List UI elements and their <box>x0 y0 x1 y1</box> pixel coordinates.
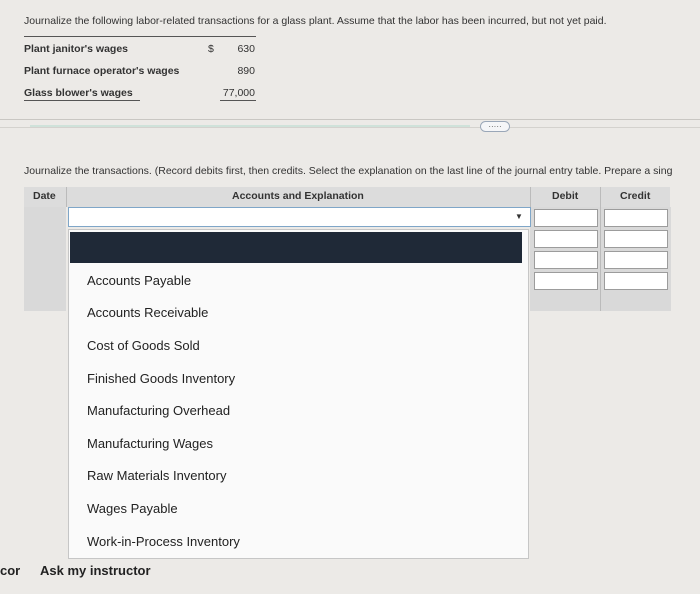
debit-input[interactable] <box>534 251 598 269</box>
date-header: Date <box>33 190 56 202</box>
dropdown-option[interactable]: Manufacturing Overhead <box>87 403 230 418</box>
credit-input[interactable] <box>604 209 668 227</box>
labor-item-amount: 630 <box>237 43 255 55</box>
instructions: Journalize the transactions. (Record deb… <box>24 165 673 177</box>
question-prompt: Journalize the following labor-related t… <box>24 15 607 27</box>
header-divider <box>530 187 531 207</box>
credit-input[interactable] <box>604 230 668 248</box>
labor-item-amount: 77,000 <box>222 87 255 99</box>
dropdown-option[interactable]: Wages Payable <box>87 501 178 516</box>
partial-footer-text: cor <box>0 563 21 578</box>
dropdown-option[interactable]: Cost of Goods Sold <box>87 338 200 353</box>
dropdown-option[interactable]: Raw Materials Inventory <box>87 468 226 483</box>
dropdown-option[interactable]: Accounts Receivable <box>87 305 208 320</box>
header-divider <box>600 187 601 207</box>
dropdown-option[interactable]: Work-in-Process Inventory <box>87 534 240 549</box>
dropdown-option[interactable]: Accounts Payable <box>87 273 191 288</box>
label-underline <box>24 100 140 101</box>
debit-header: Debit <box>552 190 579 202</box>
accounts-header: Accounts and Explanation <box>232 190 364 202</box>
header-divider <box>66 187 67 207</box>
debit-input[interactable] <box>534 230 598 248</box>
labor-item-amount: 890 <box>237 65 255 77</box>
date-column <box>24 207 66 311</box>
credit-input[interactable] <box>604 272 668 290</box>
expand-button[interactable]: ····· <box>480 121 510 132</box>
dropdown-option[interactable]: Manufacturing Wages <box>87 436 213 451</box>
section-divider <box>0 119 700 120</box>
labor-item-label: Glass blower's wages <box>24 87 133 99</box>
chevron-down-icon[interactable]: ▼ <box>515 212 523 221</box>
debit-input[interactable] <box>534 272 598 290</box>
labor-item-label: Plant furnace operator's wages <box>24 65 180 77</box>
credit-input[interactable] <box>604 251 668 269</box>
account-select[interactable] <box>68 207 531 227</box>
debit-input[interactable] <box>534 209 598 227</box>
labor-item-label: Plant janitor's wages <box>24 43 129 55</box>
credit-header: Credit <box>620 190 651 202</box>
dropdown-highlighted-option[interactable] <box>70 232 522 263</box>
section-divider <box>0 127 700 128</box>
table-rule <box>24 36 256 37</box>
ask-instructor-link[interactable]: Ask my instructor <box>40 563 151 578</box>
amount-underline <box>220 100 256 101</box>
dropdown-option[interactable]: Finished Goods Inventory <box>87 371 235 386</box>
